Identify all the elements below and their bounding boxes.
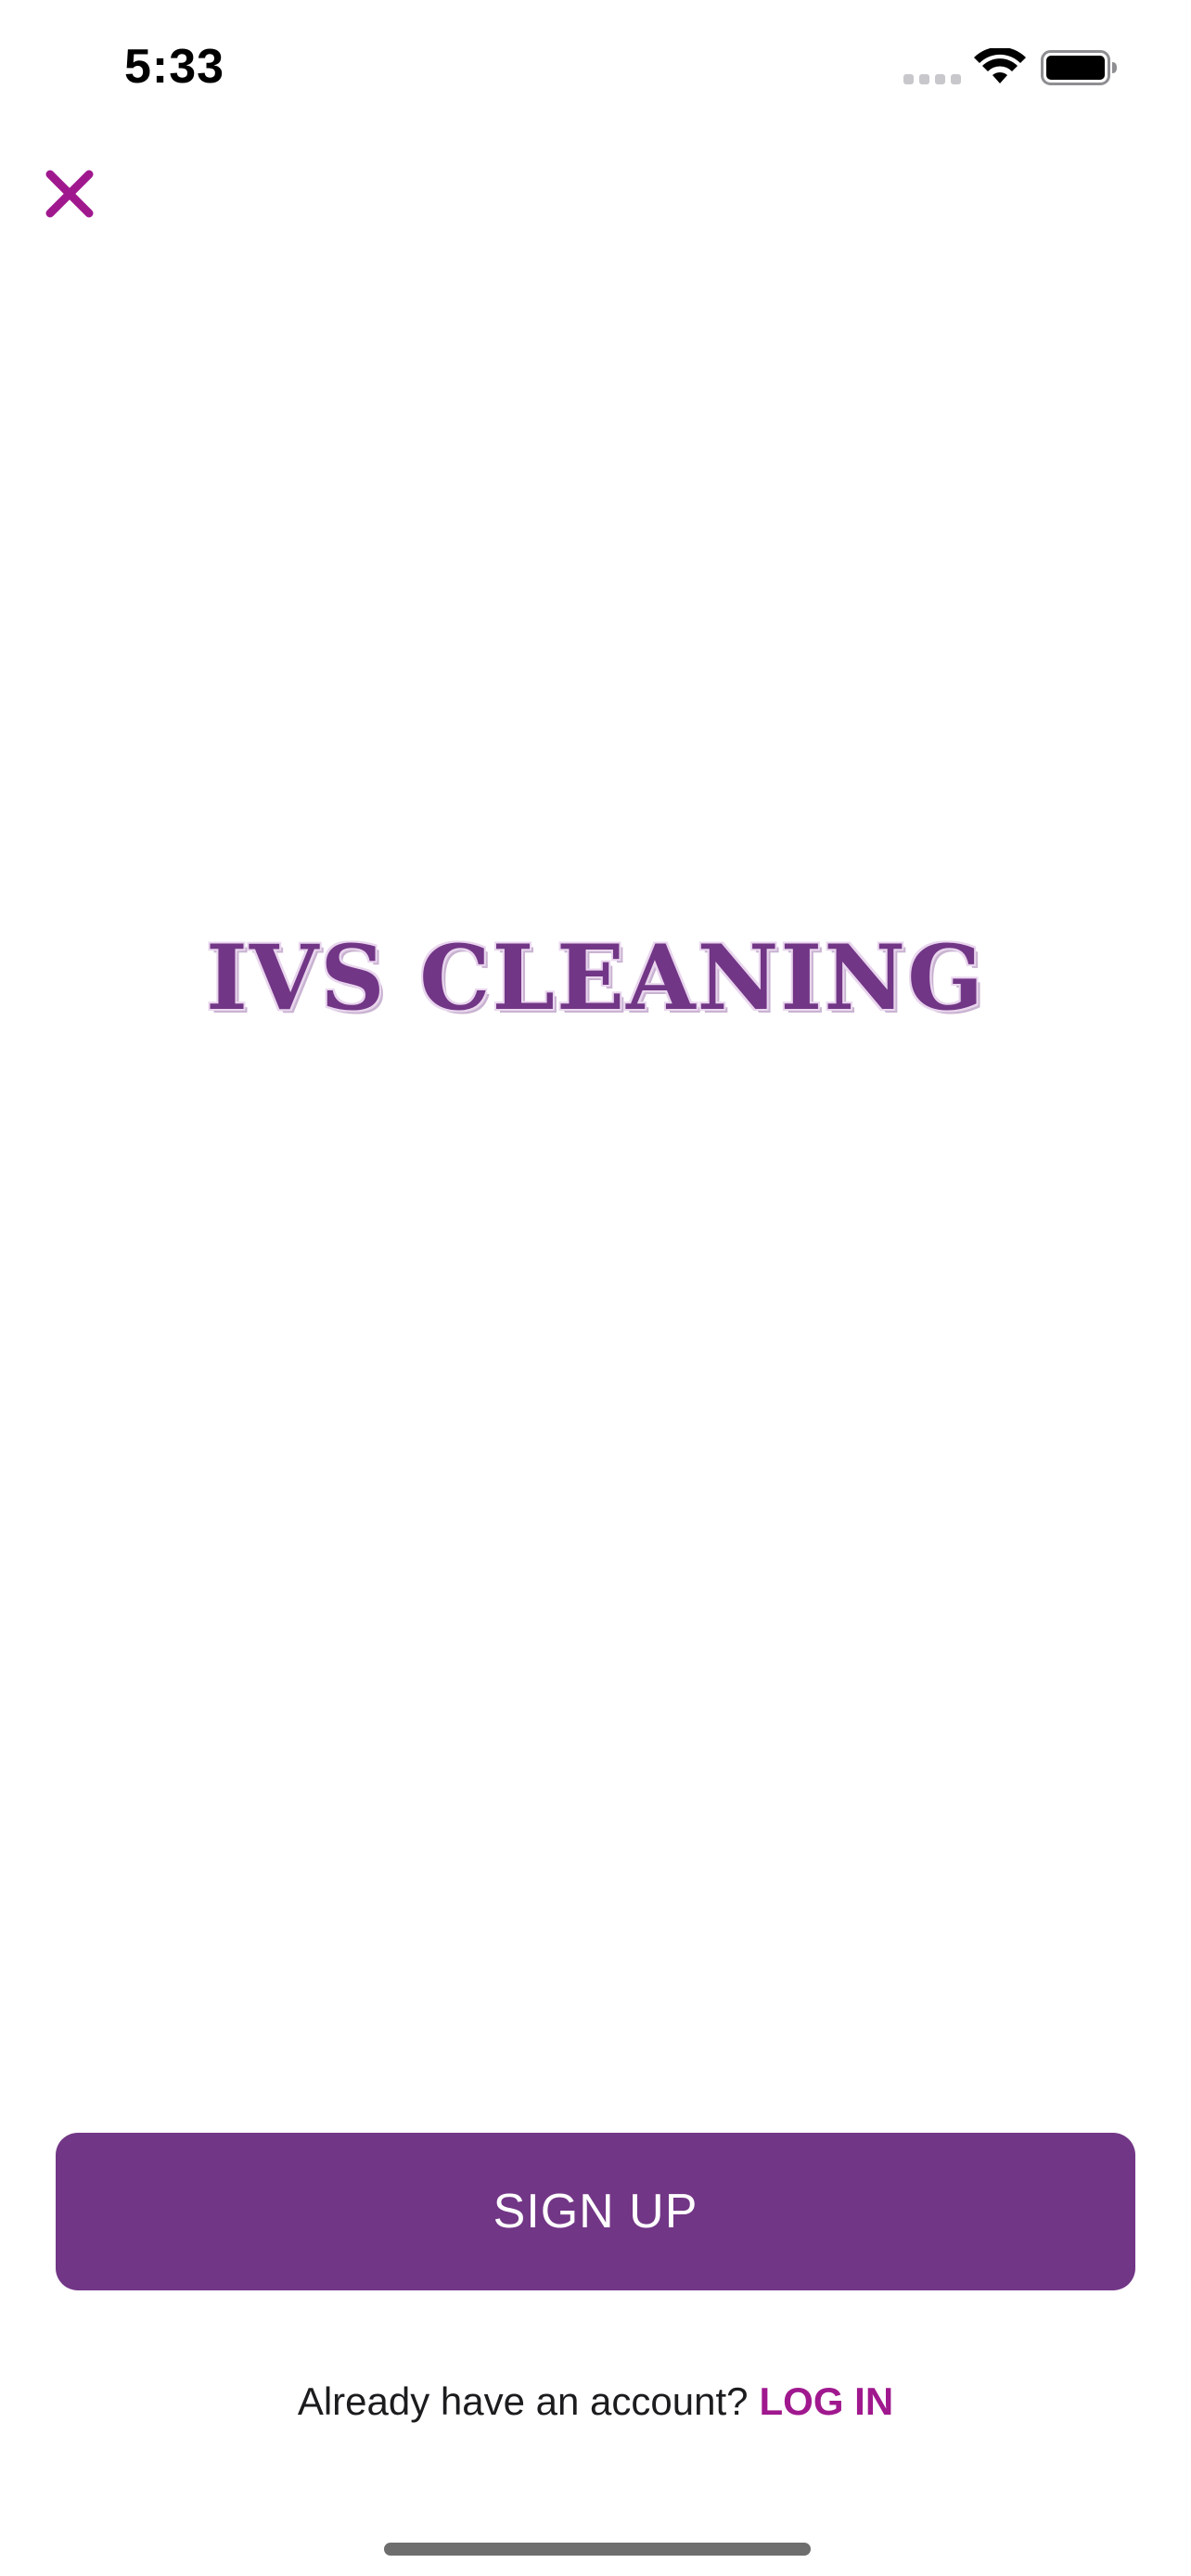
status-time: 5:33	[124, 40, 225, 94]
sign-up-button[interactable]: SIGN UP	[56, 2133, 1135, 2290]
login-prompt-text: Already have an account?	[297, 2379, 749, 2423]
ivs-cleaning-logo: IVS CLEANING	[205, 925, 986, 1030]
close-icon	[45, 170, 94, 218]
cellular-signal-icon	[903, 74, 961, 85]
login-prompt-row: Already have an account? LOG IN	[0, 2374, 1191, 2429]
log-in-link[interactable]: LOG IN	[760, 2379, 894, 2423]
wifi-icon	[974, 48, 1026, 83]
close-button[interactable]	[43, 167, 96, 221]
home-indicator[interactable]	[384, 2543, 811, 2556]
app-screen: 5:33 IVS CLEANING SIGN UP Already have a…	[0, 0, 1191, 2576]
battery-icon	[1041, 50, 1117, 85]
